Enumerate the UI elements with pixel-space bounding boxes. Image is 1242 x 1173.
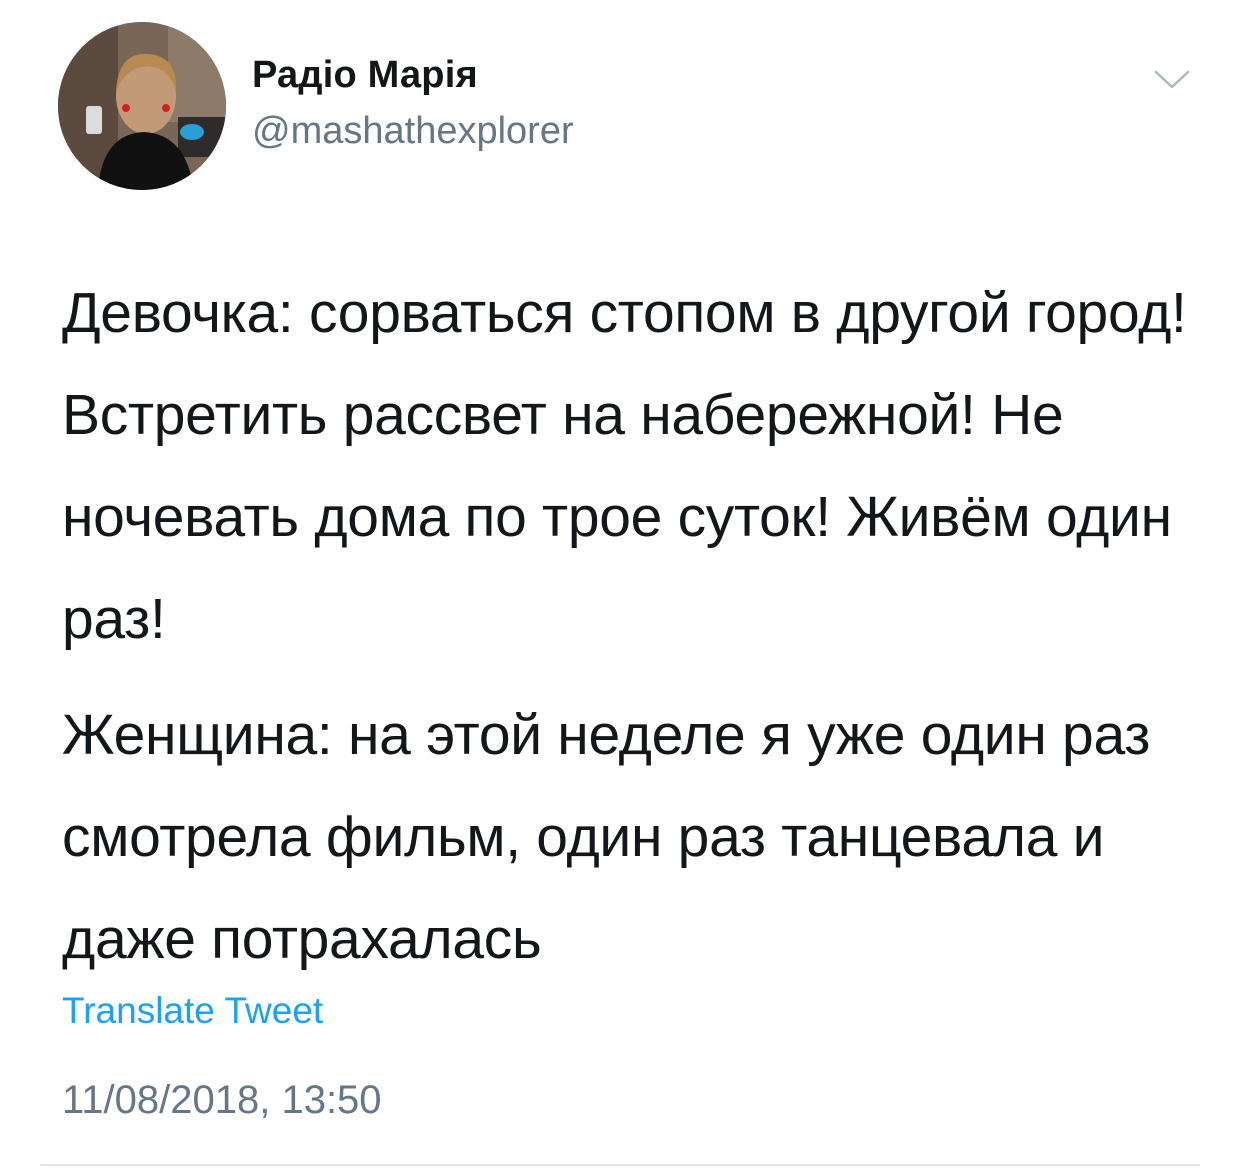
divider [40, 1164, 1200, 1166]
tweet-paragraph: Женщина: на этой неделе я уже один раз с… [62, 703, 1151, 971]
avatar[interactable] [58, 22, 226, 190]
tweet-timestamp[interactable]: 11/08/2018, 13:50 [62, 1078, 382, 1123]
avatar-photo-icon [58, 22, 226, 190]
chevron-down-icon [1154, 70, 1190, 89]
tweet-card: Радіо Марія @mashathexplorer Девочка: со… [0, 0, 1242, 1173]
tweet-paragraph: Девочка: сорваться стопом в другой город… [62, 281, 1187, 651]
translate-tweet-link[interactable]: Translate Tweet [62, 990, 323, 1032]
author-display-name[interactable]: Радіо Марія [252, 54, 478, 97]
tweet-menu-button[interactable] [1150, 62, 1194, 98]
author-handle[interactable]: @mashathexplorer [252, 110, 574, 153]
tweet-text: Девочка: сорваться стопом в другой город… [62, 262, 1212, 990]
